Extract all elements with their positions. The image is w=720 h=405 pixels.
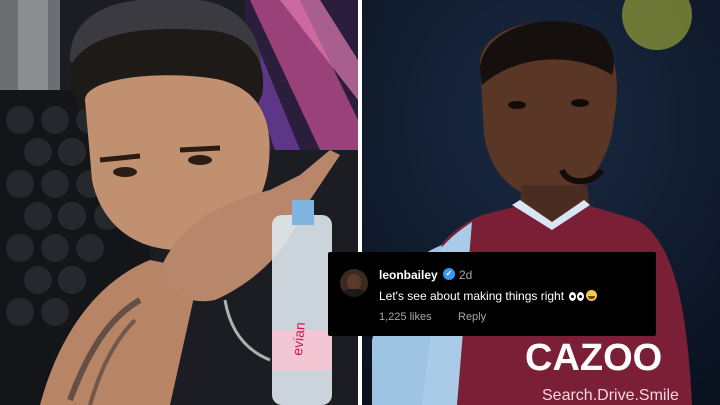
shirt-slogan: Search.Drive.Smile: [542, 387, 679, 404]
shirt-sponsor: CAZOO: [525, 337, 662, 379]
comment-likes[interactable]: 1,225 likes: [379, 311, 432, 323]
comment-body: Let's see about making things right: [379, 289, 597, 303]
right-photo-illustration: CAZOO Search.Drive.Smile: [362, 0, 720, 405]
verified-check-icon: ✓: [443, 268, 455, 280]
tears-of-joy-emoji-icon: [585, 290, 597, 301]
avatar[interactable]: [340, 269, 368, 297]
right-photo: CAZOO Search.Drive.Smile: [362, 0, 720, 405]
eyes-emoji-icon: [569, 290, 585, 301]
reply-button[interactable]: Reply: [458, 311, 486, 323]
bottle-brand: evian: [289, 322, 308, 357]
comment-age: 2d: [459, 268, 473, 282]
instagram-comment: leonbailey ✓ 2d Let's see about making t…: [328, 252, 656, 336]
left-photo: evian: [0, 0, 358, 405]
avatar-shirt: [342, 289, 366, 297]
comment-username[interactable]: leonbailey: [379, 268, 438, 282]
avatar-face: [347, 274, 361, 290]
left-photo-illustration: evian: [0, 0, 358, 405]
comment-text: Let's see about making things right: [379, 289, 565, 303]
